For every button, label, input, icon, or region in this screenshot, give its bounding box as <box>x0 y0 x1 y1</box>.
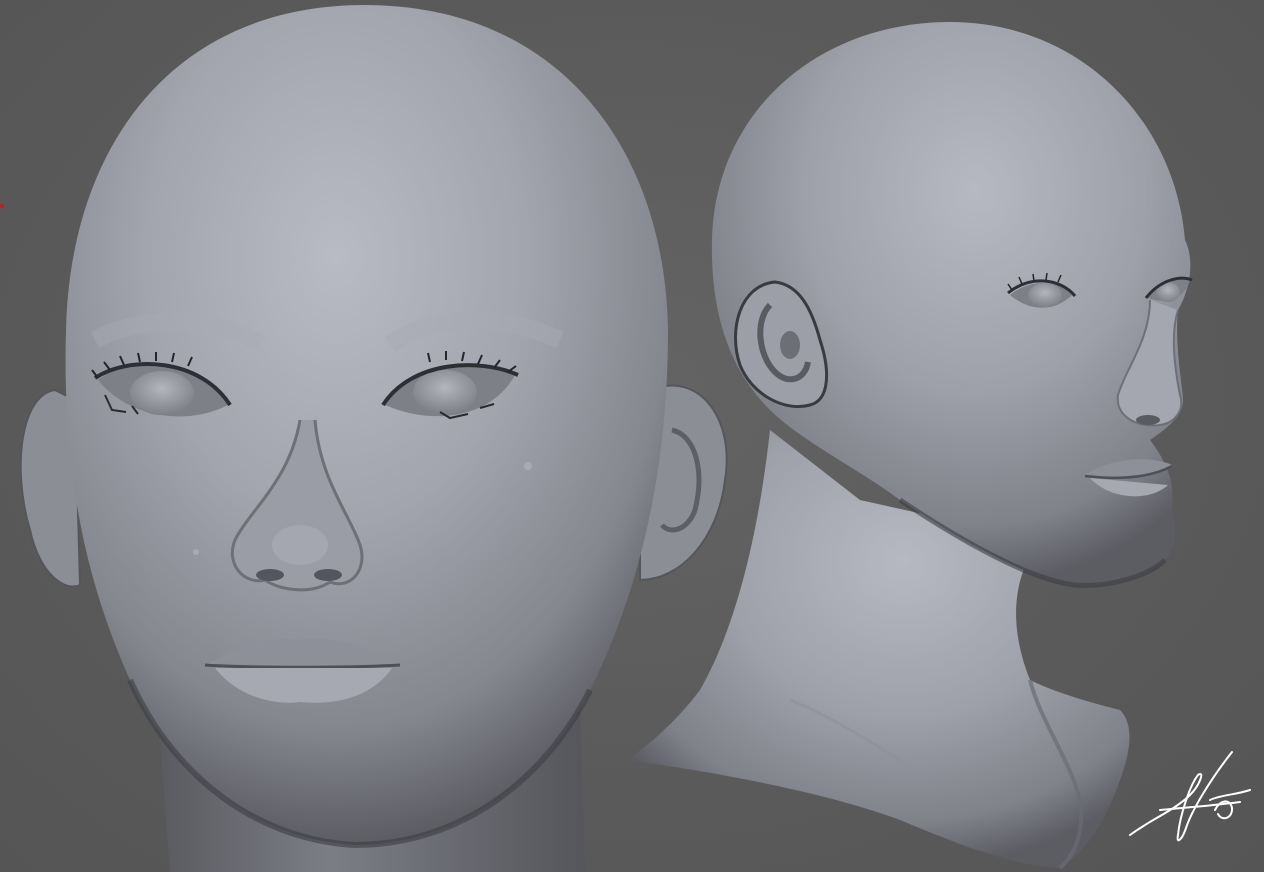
front-head <box>19 5 728 872</box>
viewport-marker <box>0 204 4 208</box>
artist-signature: signature <box>1129 751 1251 842</box>
sculpt-render <box>19 5 1193 872</box>
sculpt-viewport[interactable]: signature <box>0 0 1264 872</box>
